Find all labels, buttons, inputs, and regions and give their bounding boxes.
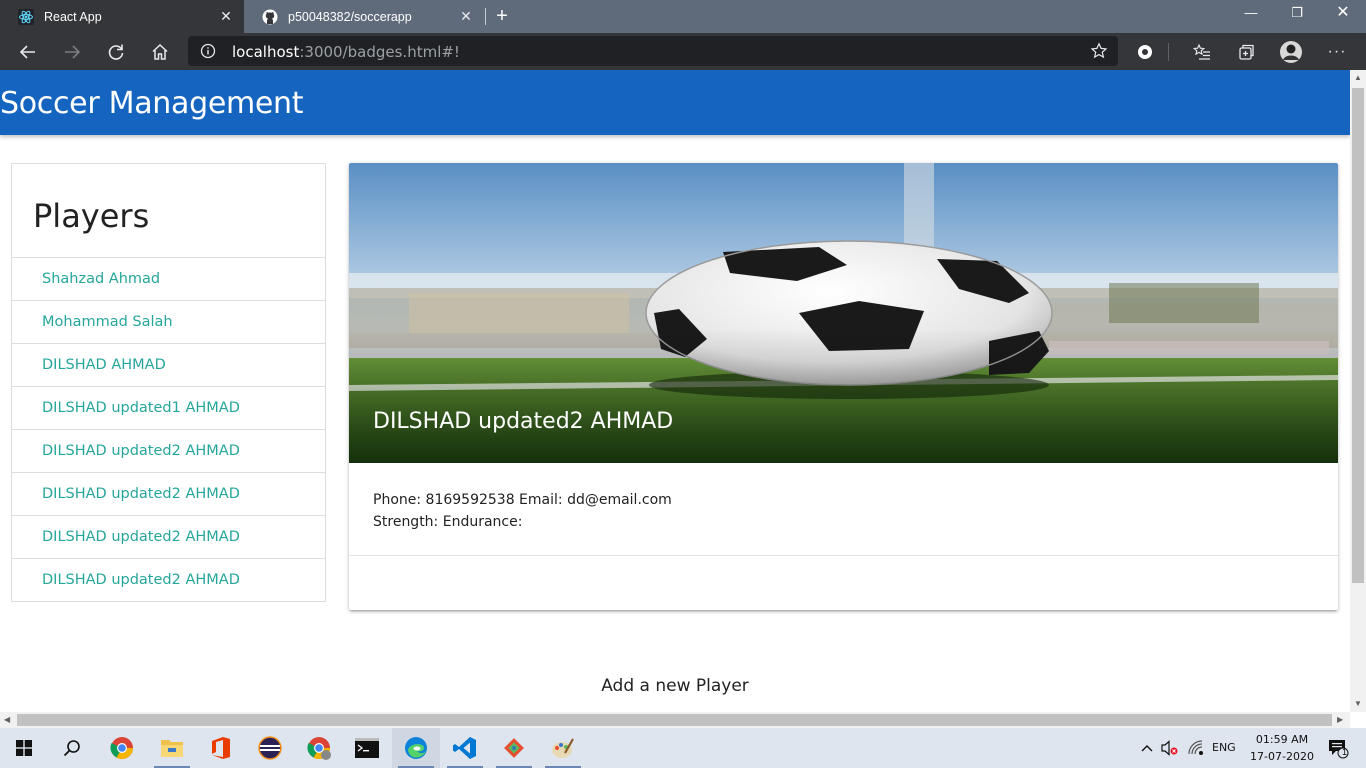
back-arrow-icon[interactable] (14, 38, 42, 66)
search-icon[interactable] (48, 728, 96, 768)
office-icon[interactable] (197, 728, 245, 768)
notification-count: 1 (1342, 747, 1348, 757)
vertical-scroll-thumb[interactable] (1352, 88, 1364, 583)
network-icon[interactable] (1184, 728, 1210, 768)
minimize-icon[interactable]: — (1228, 0, 1274, 30)
git-gui-icon[interactable] (490, 728, 538, 768)
contact-info: Phone: 8169592538 Email: dd@email.com (373, 492, 672, 508)
browser-toolbar: localhost:3000/badges.html#! ··· (0, 33, 1366, 70)
file-explorer-icon[interactable] (148, 728, 196, 768)
clock-time[interactable]: 01:59 AM (1252, 733, 1312, 746)
player-list-item[interactable]: DILSHAD updated2 AHMAD (12, 473, 325, 516)
close-tab-icon[interactable]: ✕ (458, 8, 474, 24)
app-title: Soccer Management (0, 86, 304, 121)
windows-start-icon[interactable] (0, 728, 48, 768)
player-list-item[interactable]: Mohammad Salah (12, 301, 325, 344)
player-list-item[interactable]: Shahzad Ahmad (12, 258, 325, 301)
chrome-icon[interactable] (98, 728, 146, 768)
player-card: DILSHAD updated2 AHMAD Phone: 8169592538… (349, 163, 1338, 610)
url-text: localhost:3000/badges.html#! (232, 43, 460, 61)
paint-icon[interactable] (539, 728, 587, 768)
player-list-item[interactable]: DILSHAD updated2 AHMAD (12, 559, 325, 602)
card-title: DILSHAD updated2 AHMAD (373, 409, 674, 434)
edge-browser-icon[interactable] (392, 728, 440, 768)
clock-date[interactable]: 17-07-2020 (1248, 750, 1316, 763)
eclipse-icon[interactable] (246, 728, 294, 768)
forward-arrow-icon[interactable] (58, 38, 86, 66)
url-path: :3000/badges.html#! (299, 43, 460, 61)
tab-react-app[interactable]: React App ✕ (0, 0, 244, 33)
command-prompt-icon[interactable] (343, 728, 391, 768)
tab-label: React App (44, 9, 102, 24)
vscode-icon[interactable] (441, 728, 489, 768)
scroll-right-icon[interactable]: ▶ (1337, 715, 1343, 724)
tab-label: p50048382/soccerapp (288, 9, 412, 24)
chrome-profile-icon[interactable] (295, 728, 343, 768)
app-header: Soccer Management (0, 70, 1350, 135)
player-list-item[interactable]: DILSHAD AHMAD (12, 344, 325, 387)
card-action-divider (349, 555, 1338, 556)
volume-muted-icon[interactable] (1158, 728, 1182, 768)
soccer-ball-image: DILSHAD updated2 AHMAD (349, 163, 1338, 463)
site-info-icon[interactable] (200, 43, 216, 64)
language-indicator[interactable]: ENG (1212, 741, 1236, 754)
tab-separator (485, 8, 486, 25)
favorite-star-icon[interactable] (1090, 42, 1108, 65)
url-host: localhost (232, 43, 300, 61)
add-player-link[interactable]: Add a new Player (0, 676, 1350, 696)
card-content: Phone: 8169592538 Email: dd@email.com St… (373, 489, 672, 533)
new-tab-plus-icon[interactable]: + (490, 4, 514, 28)
close-window-icon[interactable]: ✕ (1320, 0, 1366, 30)
github-icon (262, 9, 278, 25)
players-panel: Players Shahzad Ahmad Mohammad Salah DIL… (11, 163, 326, 602)
react-icon (18, 8, 34, 25)
extension-icon[interactable] (1131, 38, 1159, 66)
address-bar[interactable]: localhost:3000/badges.html#! (188, 36, 1118, 66)
show-hidden-icons-chevron-icon[interactable] (1136, 728, 1158, 768)
close-tab-icon[interactable]: ✕ (218, 8, 234, 24)
horizontal-scroll-thumb[interactable] (17, 714, 1332, 726)
home-icon[interactable] (146, 38, 174, 66)
browser-tab-bar: React App ✕ p50048382/soccerapp ✕ + — ❐ … (0, 0, 1366, 33)
stats-info: Strength: Endurance: (373, 514, 523, 530)
refresh-icon[interactable] (102, 38, 130, 66)
horizontal-scrollbar[interactable]: ◀ ▶ (0, 712, 1350, 728)
restore-icon[interactable]: ❐ (1274, 0, 1320, 30)
scroll-left-icon[interactable]: ◀ (4, 715, 10, 724)
windows-taskbar: ENG 01:59 AM 17-07-2020 1 (0, 728, 1366, 768)
tab-github-soccerapp[interactable]: p50048382/soccerapp ✕ (244, 0, 484, 33)
collections-icon[interactable] (1232, 38, 1260, 66)
scroll-up-icon[interactable]: ▲ (1354, 73, 1362, 82)
profile-avatar[interactable] (1277, 38, 1305, 66)
toolbar-separator (1168, 43, 1169, 61)
notifications-icon[interactable]: 1 (1318, 728, 1358, 768)
player-list-item[interactable]: DILSHAD updated2 AHMAD (12, 516, 325, 559)
more-options-icon[interactable]: ··· (1323, 38, 1351, 66)
vertical-scrollbar[interactable]: ▲ ▼ (1350, 70, 1366, 712)
player-list-item[interactable]: DILSHAD updated1 AHMAD (12, 387, 325, 430)
favorites-icon[interactable] (1188, 38, 1216, 66)
players-heading: Players (12, 164, 325, 258)
scroll-down-icon[interactable]: ▼ (1354, 699, 1362, 708)
player-list-item[interactable]: DILSHAD updated2 AHMAD (12, 430, 325, 473)
